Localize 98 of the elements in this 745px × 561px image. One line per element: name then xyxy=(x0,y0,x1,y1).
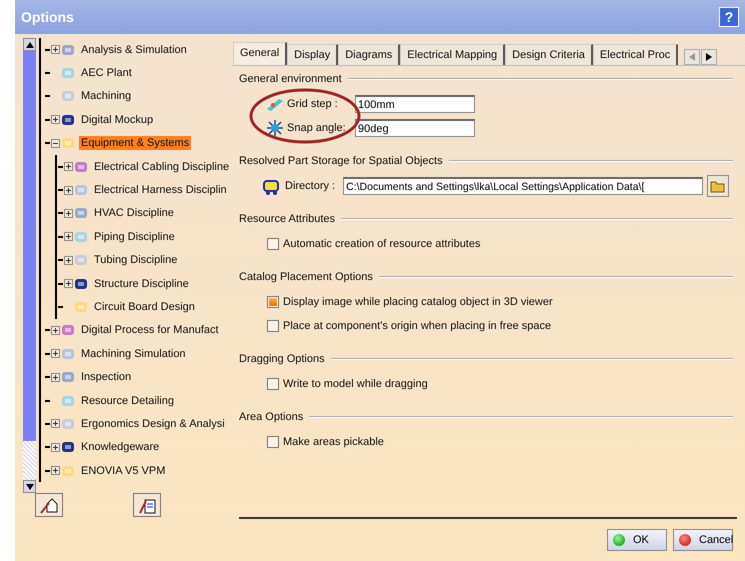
section-heading: Area Options xyxy=(239,411,304,423)
up-arrow-icon[interactable] xyxy=(26,42,34,48)
section-heading: Catalog Placement Options xyxy=(239,271,373,283)
tree-item[interactable]: Resource Detailing xyxy=(79,394,176,408)
tree-item-icon xyxy=(73,206,89,220)
checkbox[interactable] xyxy=(267,296,279,308)
tree-item[interactable]: HVAC Discipline xyxy=(92,206,176,220)
tree-item-icon xyxy=(73,230,89,244)
expand-icon[interactable] xyxy=(64,162,73,172)
tree-item-icon xyxy=(73,183,89,198)
tree-item-icon xyxy=(73,300,89,314)
tree-item-icon xyxy=(60,440,76,454)
checkbox-label: Place at component's origin when placing in free space xyxy=(283,320,552,332)
tree-item[interactable]: Electrical Cabling Discipline xyxy=(92,160,232,174)
tree-item-icon xyxy=(60,112,76,127)
collapse-icon[interactable] xyxy=(51,138,60,148)
expand-icon[interactable] xyxy=(51,466,60,476)
help-button[interactable]: ? xyxy=(719,7,739,27)
tree-item[interactable]: AEC Plant xyxy=(79,66,134,80)
input-field[interactable]: 90deg xyxy=(355,119,475,137)
checkbox[interactable] xyxy=(267,238,279,250)
tree-item[interactable]: Ergonomics Design & Analysi xyxy=(79,416,227,431)
tree-item[interactable]: Machining xyxy=(79,89,134,104)
tree-item[interactable]: Machining Simulation xyxy=(79,346,188,361)
home-tool-button[interactable] xyxy=(35,493,63,517)
checkbox-label: Make areas pickable xyxy=(283,436,384,448)
checkbox[interactable] xyxy=(267,436,279,448)
tree-item[interactable]: Digital Process for Manufact xyxy=(79,323,221,338)
section-heading: Dragging Options xyxy=(239,353,325,365)
tree-item[interactable]: Equipment & Systems xyxy=(79,136,192,150)
tree-item[interactable]: Inspection xyxy=(79,370,134,384)
status-orb-icon xyxy=(613,534,625,546)
tree-item-icon xyxy=(60,323,76,338)
expand-icon[interactable] xyxy=(64,208,73,218)
down-arrow-icon[interactable] xyxy=(26,484,34,490)
tree-item-icon xyxy=(60,42,76,57)
tree-item-icon xyxy=(60,66,76,80)
checkbox-label: Automatic creation of resource attributes xyxy=(283,238,480,250)
tab[interactable]: Electrical Mapping xyxy=(400,44,506,65)
expand-icon[interactable] xyxy=(51,419,60,428)
browse-button[interactable] xyxy=(707,175,730,197)
tree-item-icon xyxy=(60,346,76,361)
tree-item[interactable]: Digital Mockup xyxy=(79,112,156,127)
right-arrow-icon xyxy=(706,53,712,61)
expand-icon[interactable] xyxy=(51,115,60,124)
input-field[interactable]: 100mm xyxy=(355,95,475,113)
tab[interactable]: Design Criteria xyxy=(505,44,593,65)
scrollbar[interactable] xyxy=(23,38,36,493)
expand-icon[interactable] xyxy=(51,326,60,335)
tree-item-icon xyxy=(60,394,76,408)
tree-item[interactable]: Analysis & Simulation xyxy=(79,42,189,57)
expand-icon[interactable] xyxy=(51,442,60,452)
field-label: Grid step : xyxy=(287,98,339,110)
dialog-button[interactable]: OK xyxy=(607,529,667,551)
expand-icon[interactable] xyxy=(51,372,60,382)
expand-icon[interactable] xyxy=(51,45,60,54)
tree-item-icon xyxy=(60,464,76,478)
window-title: Options xyxy=(21,9,74,25)
tree-item-icon xyxy=(60,370,76,384)
document-tool-button[interactable] xyxy=(133,493,161,517)
folder-icon xyxy=(710,179,726,193)
tree-item[interactable]: Knowledgeware xyxy=(79,440,162,454)
tab[interactable]: Electrical Proc xyxy=(592,44,678,65)
tab[interactable]: Diagrams xyxy=(338,44,400,65)
tree-item-icon xyxy=(73,160,89,174)
tree-item[interactable]: Structure Discipline xyxy=(92,276,191,291)
tree-item[interactable]: Electrical Harness Disciplin xyxy=(92,183,229,198)
expand-icon[interactable] xyxy=(64,186,73,195)
expand-icon[interactable] xyxy=(64,232,73,242)
input-field[interactable]: C:\Documents and Settings\lka\Local Settings\Application Data\[ xyxy=(343,177,704,195)
tab[interactable]: Display xyxy=(287,44,338,65)
checkbox-label: Display image while placing catalog object in 3D viewer xyxy=(283,296,553,308)
tab-scroll-right-button[interactable] xyxy=(701,49,718,65)
checkbox[interactable] xyxy=(267,320,279,332)
tree-item-icon xyxy=(60,136,76,150)
checkbox[interactable] xyxy=(267,378,279,390)
field-label: Directory : xyxy=(285,180,336,192)
tree-item-icon xyxy=(60,416,76,431)
section-heading: Resolved Part Storage for Spatial Objects xyxy=(239,155,443,167)
tree-item[interactable]: Piping Discipline xyxy=(92,230,177,244)
status-orb-icon xyxy=(679,534,691,546)
tree-item[interactable]: Tubing Discipline xyxy=(92,253,180,268)
left-arrow-icon xyxy=(689,53,696,61)
section-heading: General environment xyxy=(239,73,342,85)
tree-item[interactable]: ENOVIA V5 VPM xyxy=(79,464,168,478)
tree-item-icon xyxy=(73,253,89,268)
field-label: Snap angle: xyxy=(287,122,347,134)
expand-icon[interactable] xyxy=(51,349,60,358)
tree-item-icon xyxy=(60,89,76,104)
expand-icon[interactable] xyxy=(64,256,73,265)
tree-item-icon xyxy=(73,276,89,291)
expand-icon[interactable] xyxy=(64,279,73,288)
section-heading: Resource Attributes xyxy=(239,213,335,225)
tab[interactable]: General xyxy=(233,42,288,65)
checkbox-label: Write to model while dragging xyxy=(283,378,428,390)
tree-item[interactable]: Circuit Board Design xyxy=(92,300,197,314)
snap-icon xyxy=(265,119,285,137)
dialog-button[interactable]: Cancel xyxy=(673,529,733,551)
